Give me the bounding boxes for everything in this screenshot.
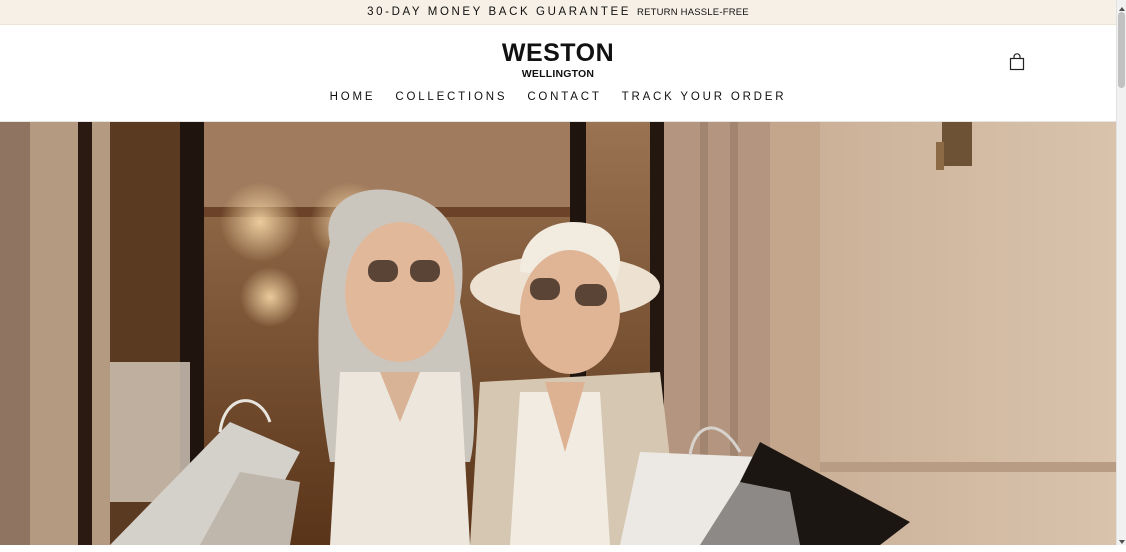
site-header: WESTON WELLINGTON HOME COLLECTIONS CONTA…	[0, 25, 1116, 122]
announcement-primary: 30-DAY MONEY BACK GUARANTEE	[367, 6, 632, 18]
announcement-bar: 30-DAY MONEY BACK GUARANTEE RETURN HASSL…	[0, 0, 1116, 25]
scroll-down-arrow-icon[interactable]	[1118, 534, 1126, 544]
nav-item-collections[interactable]: COLLECTIONS	[385, 89, 517, 105]
brand-logo[interactable]: WESTON WELLINGTON	[0, 39, 1116, 80]
brand-name: WESTON	[501, 39, 615, 67]
page-scrollbar[interactable]	[1116, 0, 1126, 545]
nav-item-contact[interactable]: CONTACT	[517, 89, 611, 105]
main-nav: HOME COLLECTIONS CONTACT TRACK YOUR ORDE…	[0, 89, 1116, 105]
hero-photo-illustration	[0, 122, 1116, 545]
shopping-bag-icon[interactable]	[1008, 53, 1026, 71]
nav-item-home[interactable]: HOME	[320, 89, 386, 105]
nav-item-track-order[interactable]: TRACK YOUR ORDER	[612, 89, 797, 105]
brand-subname: WELLINGTON	[521, 68, 595, 80]
page: 30-DAY MONEY BACK GUARANTEE RETURN HASSL…	[0, 0, 1116, 545]
scroll-up-arrow-icon[interactable]	[1118, 1, 1126, 11]
hero-image	[0, 122, 1116, 545]
announcement-secondary: RETURN HASSLE-FREE	[637, 6, 749, 18]
scrollbar-thumb[interactable]	[1118, 12, 1125, 88]
